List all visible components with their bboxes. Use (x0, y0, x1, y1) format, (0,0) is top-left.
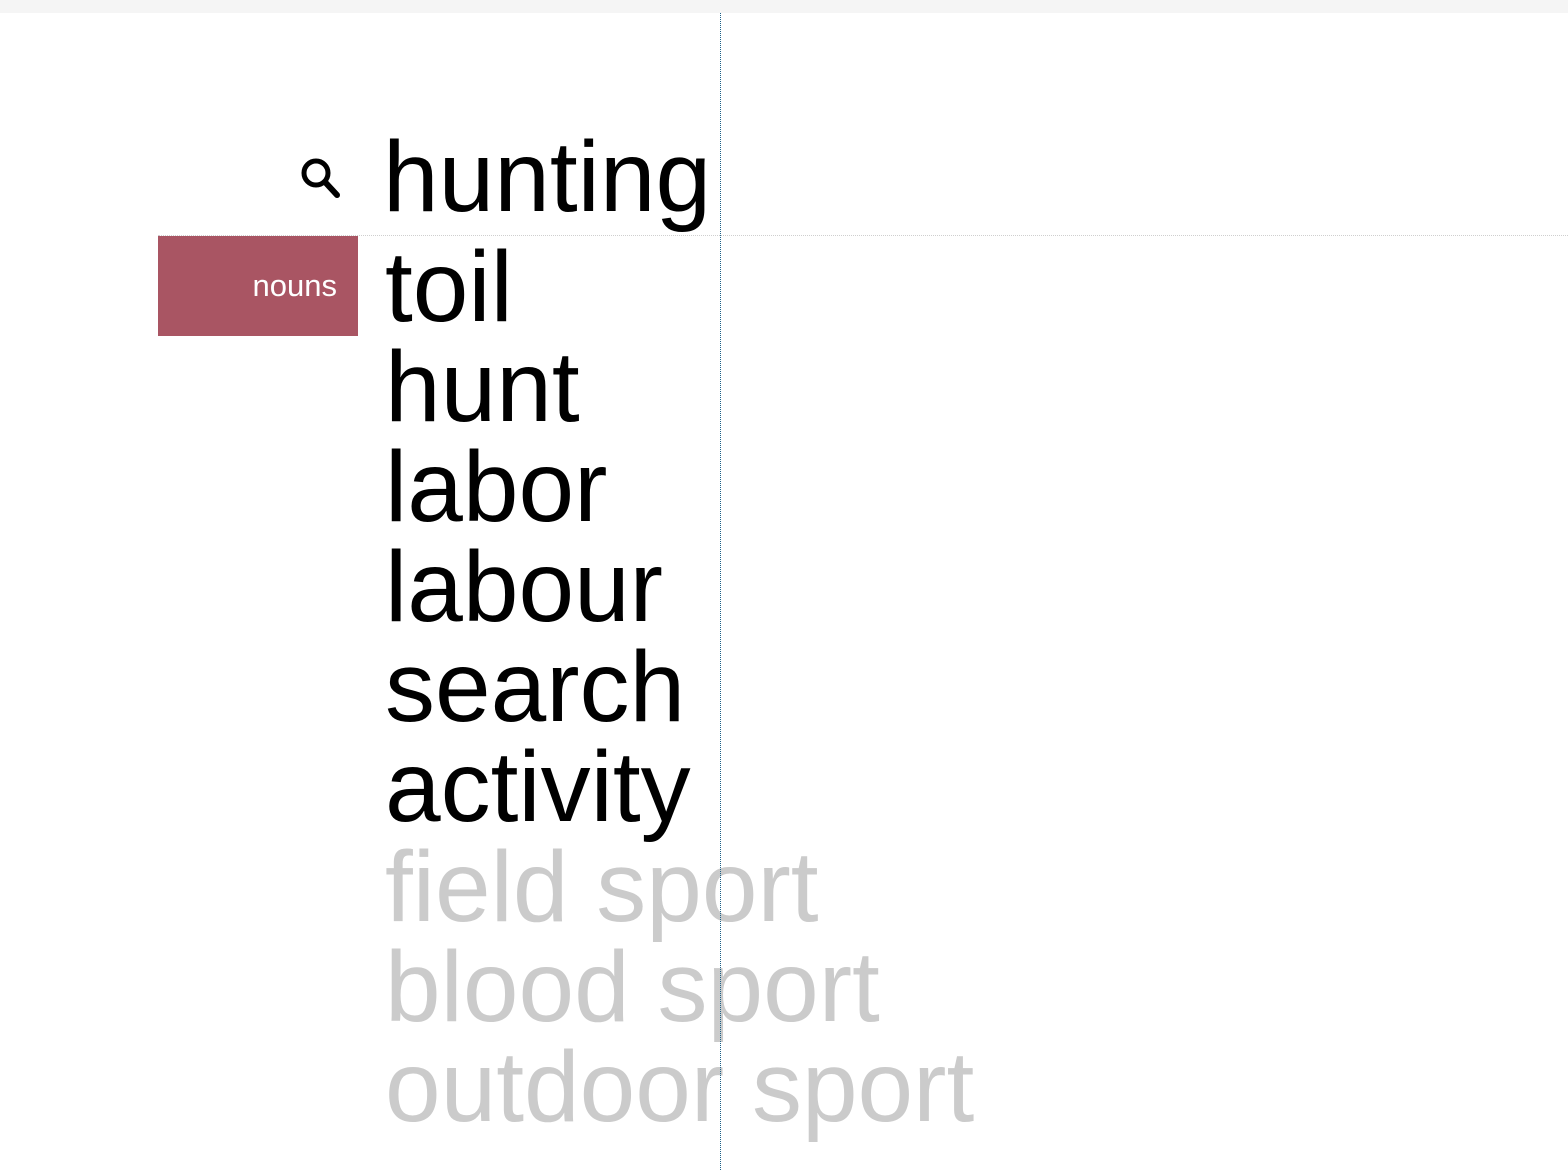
thesaurus-page: nouns toil hunt labor labour search acti… (0, 0, 1568, 1170)
search-icon[interactable] (297, 155, 343, 201)
part-of-speech-label: nouns (158, 236, 358, 336)
results-list: toil hunt labor labour search activity f… (385, 237, 974, 1137)
synonym-item[interactable]: search (385, 637, 974, 737)
synonym-item[interactable]: labor (385, 437, 974, 537)
synonym-item[interactable]: toil (385, 237, 974, 337)
related-term-item[interactable]: blood sport (385, 937, 974, 1037)
synonym-item[interactable]: activity (385, 737, 974, 837)
synonym-item[interactable]: hunt (385, 337, 974, 437)
vertical-guide-line (720, 13, 721, 1170)
related-term-item[interactable]: field sport (385, 837, 974, 937)
top-strip (0, 0, 1568, 13)
synonym-item[interactable]: labour (385, 537, 974, 637)
related-term-item[interactable]: outdoor sport (385, 1037, 974, 1137)
search-input[interactable] (383, 118, 1283, 236)
